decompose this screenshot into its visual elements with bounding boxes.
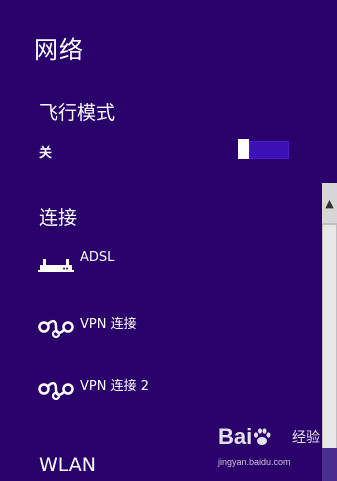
vpn-icon — [38, 319, 74, 339]
connection-item-vpn-2[interactable]: VPN 连接 2 — [38, 375, 308, 403]
airplane-mode-title: 飞行模式 — [39, 102, 116, 124]
wlan-title: WLAN — [39, 454, 97, 476]
airplane-mode-state: 关 — [39, 146, 53, 161]
network-panel: 网络 飞行模式 关 连接 ADSL VPN 连接 VPN 连接 2 WLAN ▲… — [0, 0, 337, 481]
toggle-thumb — [238, 139, 249, 159]
panel-title: 网络 — [34, 36, 84, 64]
router-icon — [38, 259, 74, 272]
connection-item-adsl[interactable]: ADSL — [38, 250, 308, 278]
connection-label: ADSL — [80, 250, 115, 265]
airplane-mode-toggle[interactable] — [238, 139, 289, 159]
vpn-icon — [38, 381, 74, 401]
paw-icon — [254, 428, 271, 445]
connection-label: VPN 连接 2 — [80, 379, 149, 394]
connections-title: 连接 — [39, 207, 78, 229]
connection-item-vpn-1[interactable]: VPN 连接 — [38, 313, 308, 341]
baidu-jingyan-watermark: Bai 经验 jingyan.baidu.com — [218, 424, 330, 474]
scroll-up-arrow-icon[interactable]: ▲ — [322, 183, 337, 223]
connection-label: VPN 连接 — [80, 317, 137, 332]
watermark-jingyan: 经验 — [292, 430, 320, 446]
toggle-track — [249, 141, 289, 159]
watermark-url: jingyan.baidu.com — [218, 457, 291, 467]
watermark-logo: Bai — [218, 424, 272, 450]
